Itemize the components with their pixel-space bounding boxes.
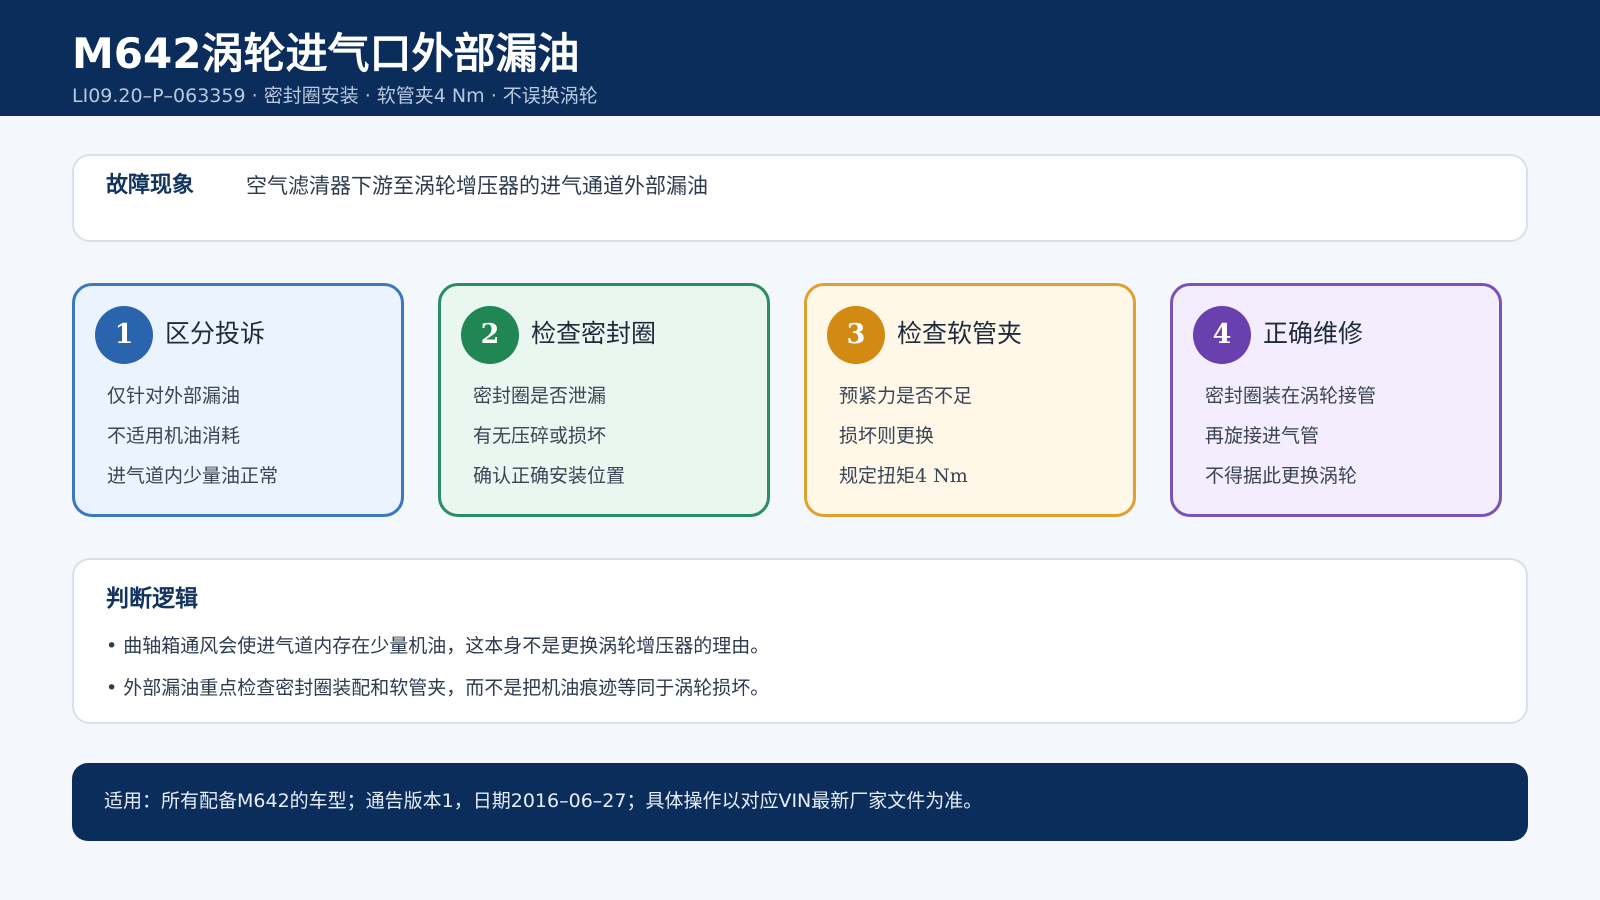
logic-title: 判断逻辑 (106, 586, 198, 612)
logic-card: 判断逻辑 • 曲轴箱通风会使进气道内存在少量机油，这本身不是更换涡轮增压器的理由… (72, 558, 1528, 724)
symptom-card: 故障现象 空气滤清器下游至涡轮增压器的进气通道外部漏油 (72, 154, 1528, 242)
step-line: 有无压碎或损坏 (473, 425, 607, 447)
step-card-1: 1 区分投诉 仅针对外部漏油 不适用机油消耗 进气道内少量油正常 (72, 283, 404, 517)
step-line: 确认正确安装位置 (473, 465, 626, 487)
step-title: 检查密封圈 (531, 319, 657, 348)
steps-row: 1 区分投诉 仅针对外部漏油 不适用机油消耗 进气道内少量油正常 2 检查密封圈… (72, 283, 1502, 517)
step-line: 密封圈装在涡轮接管 (1205, 385, 1377, 407)
footer-text: 适用：所有配备M642的车型；通告版本1，日期2016–06–27；具体操作以对… (104, 790, 983, 812)
step-number-badge: 2 (461, 306, 519, 364)
symptom-label: 故障现象 (106, 173, 195, 198)
step-line: 损坏则更换 (839, 425, 935, 447)
logic-bullet: • 曲轴箱通风会使进气道内存在少量机油，这本身不是更换涡轮增压器的理由。 (106, 635, 770, 657)
step-title: 正确维修 (1263, 319, 1364, 348)
step-line: 不适用机油消耗 (107, 425, 241, 447)
step-line: 再旋接进气管 (1205, 425, 1320, 447)
step-line: 仅针对外部漏油 (107, 385, 241, 407)
step-title: 区分投诉 (165, 319, 266, 348)
step-line: 不得据此更换涡轮 (1205, 465, 1358, 487)
step-number-badge: 3 (827, 306, 885, 364)
symptom-text: 空气滤清器下游至涡轮增压器的进气通道外部漏油 (246, 174, 708, 198)
step-number-badge: 1 (95, 306, 153, 364)
step-card-4: 4 正确维修 密封圈装在涡轮接管 再旋接进气管 不得据此更换涡轮 (1170, 283, 1502, 517)
step-number-badge: 4 (1193, 306, 1251, 364)
step-card-3: 3 检查软管夹 预紧力是否不足 损坏则更换 规定扭矩4 Nm (804, 283, 1136, 517)
page-subtitle: LI09.20–P–063359 · 密封圈安装 · 软管夹4 Nm · 不误换… (72, 85, 598, 107)
step-card-2: 2 检查密封圈 密封圈是否泄漏 有无压碎或损坏 确认正确安装位置 (438, 283, 770, 517)
step-line: 预紧力是否不足 (839, 385, 973, 407)
step-title: 检查软管夹 (897, 319, 1023, 348)
footer-banner: 适用：所有配备M642的车型；通告版本1，日期2016–06–27；具体操作以对… (72, 763, 1528, 841)
page-title: M642涡轮进气口外部漏油 (72, 29, 580, 78)
step-line: 进气道内少量油正常 (107, 465, 279, 487)
step-line: 密封圈是否泄漏 (473, 385, 607, 407)
header-banner: M642涡轮进气口外部漏油 LI09.20–P–063359 · 密封圈安装 ·… (0, 0, 1600, 116)
step-line: 规定扭矩4 Nm (839, 465, 968, 487)
logic-bullet: • 外部漏油重点检查密封圈装配和软管夹，而不是把机油痕迹等同于涡轮损坏。 (106, 677, 770, 699)
